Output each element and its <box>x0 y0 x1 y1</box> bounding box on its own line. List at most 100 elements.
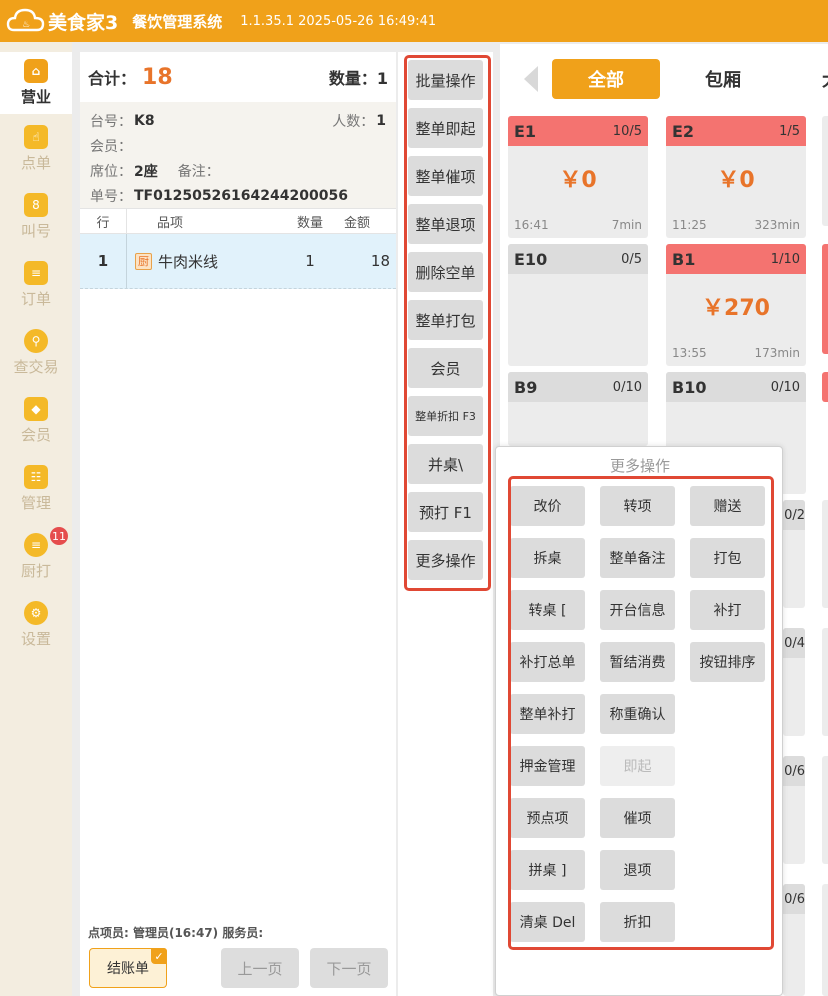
table-card-edge <box>822 244 828 354</box>
member-info[interactable]: 会员： <box>90 133 386 158</box>
nav-label: 厨打 <box>20 562 51 580</box>
table-card[interactable]: E2 1/5 ￥0 11:25 323min <box>666 116 806 238</box>
nav-label: 订单 <box>20 290 51 308</box>
cloud-logo-icon: ♨ <box>6 8 45 32</box>
diamond-icon: ◆ <box>24 397 48 421</box>
nav-transactions[interactable]: ⚲ 查交易 <box>0 322 72 384</box>
table-open-time: 11:25 <box>672 218 707 232</box>
svg-text:♨: ♨ <box>22 20 30 30</box>
app-logo: ♨ 美食家3 <box>6 6 118 36</box>
table-name: B9 <box>514 377 538 397</box>
col-item: 品项 <box>126 209 280 233</box>
nav-settings[interactable]: ⚙ 设置 <box>0 594 72 656</box>
nav-label: 会员 <box>20 426 51 444</box>
kitchen-badge-icon: 厨 <box>135 252 152 270</box>
total-label: 合计： <box>88 69 137 88</box>
nav-label: 营业 <box>20 88 51 106</box>
table-card-edge <box>822 884 828 996</box>
nav-business[interactable]: ⌂ 营业 <box>0 52 72 114</box>
table-name: E1 <box>514 121 537 141</box>
table-card-edge <box>822 628 828 736</box>
table-card-partial[interactable]: 0/2 <box>783 500 805 608</box>
table-amount: ￥270 <box>702 296 770 321</box>
order-item-row[interactable]: 1 厨 牛肉米线 1 18 <box>80 234 396 289</box>
logo-text: 美食家3 <box>48 11 119 34</box>
table-amount: ￥0 <box>717 168 755 193</box>
table-card-edge <box>822 116 828 226</box>
total-value: 18 <box>142 64 173 90</box>
area-tabs <box>500 44 828 106</box>
table-name: B1 <box>672 249 696 269</box>
table-duration: 323min <box>754 218 800 232</box>
left-arrow-icon[interactable] <box>524 66 538 92</box>
table-capacity: 1/10 <box>770 251 800 267</box>
nav-label: 查交易 <box>13 358 59 376</box>
next-page-button[interactable]: 下一页 <box>310 948 388 988</box>
app-version: 1.1.35.1 2025-05-26 16:49:41 <box>240 13 437 29</box>
nav-call-number[interactable]: 8 叫号 <box>0 186 72 248</box>
table-card[interactable]: E10 0/5 <box>508 244 648 366</box>
shop-icon: ⌂ <box>24 59 48 83</box>
order-grid-header: 行 品项 数量 金额 <box>80 208 396 234</box>
table-info: 台号： K8 人数： 1 <box>90 112 386 130</box>
item-qty: 1 <box>305 252 315 270</box>
app-title: 餐饮管理系统 <box>132 12 223 31</box>
table-capacity: 10/5 <box>612 123 642 139</box>
nav-management[interactable]: ☷ 管理 <box>0 458 72 520</box>
table-card-edge <box>822 500 828 608</box>
table-card[interactable]: E1 10/5 ￥0 16:41 7min <box>508 116 648 238</box>
checkout-button[interactable]: 结账单 ✓ <box>89 948 167 988</box>
col-amount: 金额 <box>344 215 371 231</box>
nav-orders[interactable]: ≡ 订单 <box>0 254 72 316</box>
nav-label: 设置 <box>20 630 51 648</box>
tab-partial[interactable]: 大 <box>822 59 828 99</box>
staff-info: 点项员: 管理员(16:47) 服务员: <box>88 926 264 940</box>
item-name: 牛肉米线 <box>158 252 219 271</box>
nav-label: 管理 <box>20 494 51 512</box>
table-name: E10 <box>514 249 548 269</box>
table-capacity: 0/5 <box>621 251 642 267</box>
nav-kitchen-print[interactable]: ≡ 厨打 11 <box>0 526 72 588</box>
nav-order[interactable]: ☝ 点单 <box>0 118 72 180</box>
printer-icon: ≡ <box>24 533 48 557</box>
check-icon: ✓ <box>151 948 167 964</box>
highlight-frame <box>404 55 491 591</box>
table-card-partial[interactable]: 0/6 <box>783 756 805 864</box>
table-card[interactable]: B9 0/10 <box>508 372 648 446</box>
table-capacity: 0/10 <box>770 379 800 395</box>
table-card-partial[interactable]: 0/4 <box>783 628 805 736</box>
table-card[interactable]: B1 1/10 ￥270 13:55 173min <box>666 244 806 366</box>
table-amount: ￥0 <box>559 168 597 193</box>
magnifier-icon: ⚲ <box>24 329 48 353</box>
ticket-icon: 8 <box>24 193 48 217</box>
col-qty: 数量 <box>296 215 323 231</box>
notification-badge: 11 <box>50 527 68 545</box>
gear-icon: ⚙ <box>24 601 48 625</box>
highlight-frame <box>508 476 774 950</box>
table-card-edge <box>822 756 828 864</box>
hand-pointer-icon: ☝ <box>24 125 48 149</box>
order-summary: 合计： 18 数量：1 <box>80 52 396 102</box>
order-number: 单号： TF01250526164244200056 <box>90 187 348 205</box>
tab-all[interactable]: 全部 <box>552 59 660 99</box>
col-line: 行 <box>96 215 110 231</box>
prev-page-button[interactable]: 上一页 <box>221 948 299 988</box>
item-amount: 18 <box>370 252 390 270</box>
order-panel: 合计： 18 数量：1 台号： K8 人数： 1 会员： 席位： 2座 备注： 单号：… <box>80 52 396 996</box>
tab-private-room[interactable]: 包厢 <box>705 59 741 99</box>
table-name: B10 <box>672 377 707 397</box>
item-line: 1 <box>97 252 109 270</box>
nav-label: 叫号 <box>20 222 51 240</box>
order-info: 台号： K8 人数： 1 会员： 席位： 2座 备注： 单号： TF0125052616… <box>80 102 396 208</box>
table-duration: 173min <box>754 346 800 360</box>
table-card-edge <box>822 372 828 402</box>
table-open-time: 16:41 <box>514 218 549 232</box>
table-duration: 7min <box>611 218 642 232</box>
table-name: E2 <box>672 121 695 141</box>
side-nav: ⌂ 营业 ☝ 点单 8 叫号 ≡ 订单 ⚲ 查交易 ◆ 会员 ☷ 管理 ≡ 厨打… <box>0 42 72 996</box>
title-bar: ♨ 美食家3 餐饮管理系统 1.1.35.1 2025-05-26 16:49:… <box>0 0 828 42</box>
nav-label: 点单 <box>20 154 51 172</box>
table-capacity: 1/5 <box>779 123 800 139</box>
nav-member[interactable]: ◆ 会员 <box>0 390 72 452</box>
table-card-partial[interactable]: 0/6 <box>783 884 805 996</box>
